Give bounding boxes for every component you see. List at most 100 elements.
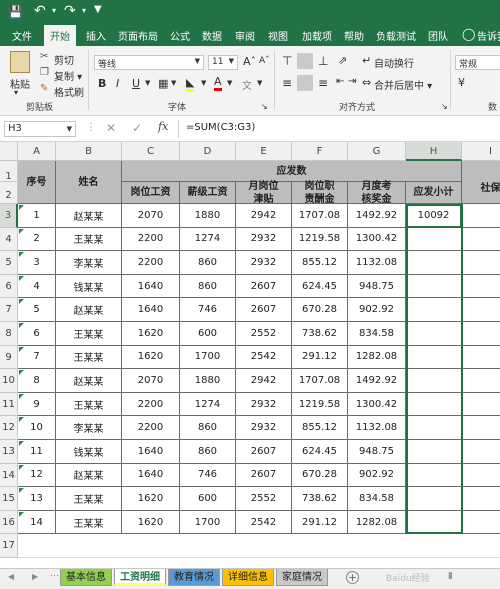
row-header-13[interactable]: 13: [0, 440, 18, 464]
column-header-e[interactable]: E: [236, 142, 292, 161]
table-cell[interactable]: 2542: [236, 345, 292, 370]
table-cell[interactable]: [462, 511, 500, 535]
table-cell[interactable]: 1707.08: [292, 369, 348, 393]
column-header-c[interactable]: C: [122, 142, 180, 161]
table-cell[interactable]: 1640: [122, 274, 180, 299]
table-cell[interactable]: [406, 416, 462, 440]
table-cell[interactable]: 860: [180, 251, 236, 275]
phonetic-dropdown-icon[interactable]: ▼: [257, 79, 262, 87]
table-cell[interactable]: [406, 463, 462, 488]
align-bottom-icon[interactable]: ⊥: [318, 54, 328, 68]
sheet-tab-family[interactable]: 家庭情况: [276, 569, 328, 586]
select-all-corner[interactable]: [0, 142, 18, 161]
table-cell[interactable]: 1880: [180, 369, 236, 393]
table-cell[interactable]: 李某某: [56, 251, 122, 275]
row-header-6[interactable]: 6: [0, 274, 18, 299]
table-cell[interactable]: [462, 322, 500, 346]
prev-sheet-icon[interactable]: ◀: [8, 572, 14, 581]
table-cell[interactable]: 2552: [236, 322, 292, 346]
table-cell[interactable]: 1274: [180, 227, 236, 252]
customize-quick-access-icon[interactable]: ▼: [94, 4, 102, 15]
orientation-icon[interactable]: ⇗: [338, 54, 347, 67]
tab-review[interactable]: 审阅: [235, 28, 255, 43]
font-size-select[interactable]: 11 ▼: [208, 55, 238, 70]
table-cell[interactable]: 1620: [122, 322, 180, 346]
table-cell[interactable]: 860: [180, 274, 236, 299]
table-cell[interactable]: [462, 275, 500, 299]
table-cell[interactable]: 291.12: [292, 345, 348, 370]
table-cell[interactable]: 1219.58: [292, 392, 348, 417]
table-cell[interactable]: [406, 440, 462, 464]
table-cell[interactable]: 钱某某: [56, 440, 122, 464]
table-cell[interactable]: 291.12: [292, 510, 348, 535]
selected-cell-h3[interactable]: 10092: [406, 204, 462, 228]
table-cell[interactable]: 2200: [122, 416, 180, 440]
row-header-16[interactable]: 16: [0, 510, 18, 535]
format-painter-button[interactable]: 格式刷: [54, 84, 84, 99]
formula-input[interactable]: =SUM(C3:G3): [186, 122, 255, 133]
table-cell[interactable]: 860: [180, 416, 236, 440]
row-header-17[interactable]: 17: [0, 534, 18, 558]
row-header-15[interactable]: 15: [0, 487, 18, 511]
table-cell[interactable]: 1640: [122, 298, 180, 322]
table-cell[interactable]: 1700: [180, 345, 236, 370]
table-cell[interactable]: 赵某某: [56, 298, 122, 322]
table-cell[interactable]: 2932: [236, 416, 292, 440]
table-cell[interactable]: 王某某: [56, 345, 122, 370]
cut-button[interactable]: 剪切: [54, 52, 74, 67]
table-cell[interactable]: 855.12: [292, 251, 348, 275]
row-header-9[interactable]: 9: [0, 345, 18, 370]
border-icon[interactable]: ▦: [158, 77, 168, 90]
table-cell[interactable]: [462, 346, 500, 370]
more-options-icon[interactable]: ⋮: [86, 122, 96, 133]
table-cell[interactable]: 1492.92: [348, 204, 406, 228]
row-header-5[interactable]: 5: [0, 251, 18, 275]
row-header-1[interactable]: 1: [0, 161, 18, 182]
table-cell[interactable]: 王某某: [56, 227, 122, 252]
table-cell[interactable]: 王某某: [56, 487, 122, 511]
horizontal-scrollbar[interactable]: ▮: [448, 571, 453, 581]
column-header-h[interactable]: H: [406, 142, 462, 161]
tab-tell-me[interactable]: 告诉我: [477, 28, 500, 43]
wrap-text-button[interactable]: 自动换行: [374, 55, 414, 70]
fill-color-dropdown-icon[interactable]: ▼: [201, 79, 206, 87]
table-cell[interactable]: 2932: [236, 392, 292, 417]
more-sheets-icon[interactable]: …: [50, 569, 59, 579]
table-cell[interactable]: 1707.08: [292, 204, 348, 228]
cancel-entry-icon[interactable]: ✕: [106, 121, 116, 135]
table-cell[interactable]: 902.92: [348, 298, 406, 322]
column-header-i[interactable]: I: [462, 142, 500, 161]
font-name-select[interactable]: 等线 ▼: [94, 55, 204, 70]
table-cell[interactable]: 1620: [122, 345, 180, 370]
table-cell[interactable]: [462, 251, 500, 275]
table-cell[interactable]: 902.92: [348, 463, 406, 488]
table-cell[interactable]: 2070: [122, 204, 180, 228]
table-cell[interactable]: 600: [180, 487, 236, 511]
align-middle-icon[interactable]: [297, 53, 313, 69]
table-cell[interactable]: 2607: [236, 298, 292, 322]
paste-dropdown-icon[interactable]: ▾: [14, 88, 18, 97]
copy-button[interactable]: 复制 ▾: [54, 68, 82, 83]
table-cell[interactable]: 1700: [180, 510, 236, 535]
worksheet-grid[interactable]: A B C D E F G H I 1 2 3 4 5 6 7 8 9 10 11 12 13 14 15 16 17 序号 姓名 应发…: [0, 142, 500, 568]
table-cell[interactable]: [406, 510, 462, 535]
table-cell[interactable]: 1282.08: [348, 510, 406, 535]
italic-icon[interactable]: I: [116, 77, 119, 90]
redo-icon[interactable]: ↷: [64, 3, 76, 19]
table-cell[interactable]: 1620: [122, 510, 180, 535]
tab-insert[interactable]: 插入: [86, 28, 106, 43]
table-cell[interactable]: 2607: [236, 463, 292, 488]
table-cell[interactable]: 2942: [236, 204, 292, 228]
table-cell[interactable]: 670.28: [292, 463, 348, 488]
table-cell[interactable]: 855.12: [292, 416, 348, 440]
undo-icon[interactable]: ↶: [34, 3, 46, 19]
undo-dropdown-icon[interactable]: ▾: [52, 6, 56, 15]
tab-addins[interactable]: 加载项: [302, 28, 332, 43]
table-cell[interactable]: 李某某: [56, 416, 122, 440]
table-cell[interactable]: 王某某: [56, 392, 122, 417]
table-cell[interactable]: 赵某某: [56, 463, 122, 488]
alignment-dialog-launcher-icon[interactable]: ↘: [441, 102, 448, 111]
table-cell[interactable]: 670.28: [292, 298, 348, 322]
table-cell[interactable]: 746: [180, 298, 236, 322]
column-header-b[interactable]: B: [56, 142, 122, 161]
